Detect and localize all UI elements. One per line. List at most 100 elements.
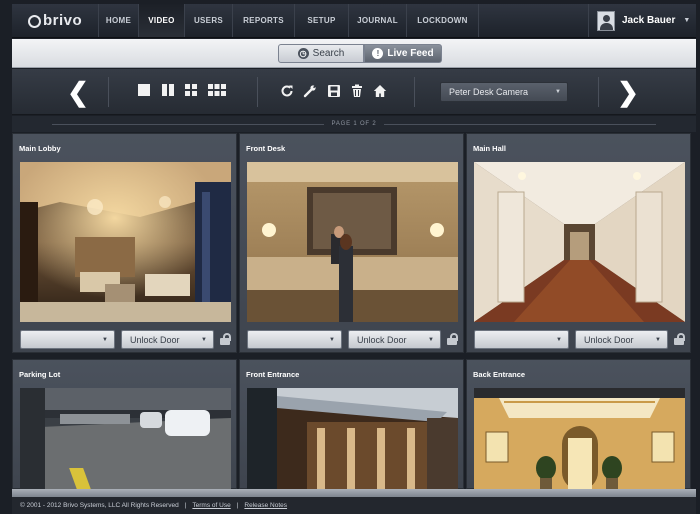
layout-grid-six-icon	[208, 84, 226, 96]
toolbar-divider	[598, 77, 599, 107]
trash-icon	[352, 84, 362, 97]
unlock-icon[interactable]	[446, 333, 458, 345]
wrench-icon	[303, 85, 317, 98]
chevron-down-icon: ▼	[329, 337, 335, 343]
alert-icon: !	[372, 48, 384, 59]
unlock-icon[interactable]	[219, 333, 231, 345]
chevron-down-icon: ▼	[555, 89, 561, 95]
camera-feed-main-lobby[interactable]	[20, 162, 231, 322]
nav-lockdown[interactable]: LOCKDOWN	[406, 4, 478, 37]
camera-title: Parking Lot	[19, 370, 61, 379]
camera-tile-main-lobby: Main Lobby ▼ Unlock Door ▼	[12, 133, 237, 353]
camera-grid: Main Lobby ▼ Unlock Door ▼ Front Desk ▼ …	[12, 133, 696, 490]
chevron-down-icon: ▼	[102, 337, 108, 343]
refresh-button[interactable]	[280, 84, 294, 98]
footer-separator: |	[236, 502, 239, 509]
layout-2x2-button[interactable]	[185, 84, 197, 96]
page-indicator-text: PAGE 1 OF 2	[331, 121, 377, 127]
user-avatar-icon	[597, 10, 615, 31]
nav-reports[interactable]: REPORTS	[232, 4, 294, 37]
video-toolbar: ❮ Peter Desk Camera ▼ ❯	[12, 69, 696, 115]
footer-band	[12, 489, 696, 497]
logo-text: brivo	[43, 12, 83, 29]
chevron-down-icon: ▼	[556, 337, 562, 343]
camera-tile-main-hall: Main Hall ▼ Unlock Door ▼	[466, 133, 691, 353]
layout-2-button[interactable]	[162, 84, 174, 96]
chevron-down-icon: ▼	[683, 17, 691, 24]
camera-select-value: Peter Desk Camera	[449, 87, 529, 97]
footer: © 2001 - 2012 Brivo Systems, LLC All Rig…	[12, 497, 696, 514]
camera-feed-front-desk[interactable]	[247, 162, 458, 322]
main-hall-feed-image	[474, 162, 685, 322]
brivo-logo[interactable]: brivo	[12, 4, 98, 37]
page-indicator: PAGE 1 OF 2	[12, 116, 696, 132]
camera-feed-parking-lot[interactable]	[20, 388, 231, 490]
next-page-button[interactable]: ❯	[617, 77, 639, 108]
layout-two-columns-icon	[162, 84, 174, 96]
user-menu[interactable]: Jack Bauer ▼	[588, 4, 696, 37]
nav-users[interactable]: USERS	[184, 4, 232, 37]
camera-feed-main-hall[interactable]	[474, 162, 685, 322]
toolbar-divider	[108, 77, 109, 107]
clock-icon: ◷	[297, 48, 309, 59]
nav-home[interactable]: HOME	[98, 4, 138, 37]
camera-title: Main Hall	[473, 144, 506, 153]
camera-title: Front Desk	[246, 144, 286, 153]
door-select[interactable]: ▼	[247, 330, 342, 349]
terms-of-use-link[interactable]: Terms of Use	[192, 502, 230, 509]
back-entrance-feed-image	[474, 388, 685, 490]
footer-separator: |	[184, 502, 187, 509]
nav-spacer	[478, 4, 588, 37]
layout-single-icon	[138, 84, 150, 96]
tools-button[interactable]	[303, 84, 317, 98]
live-feed-mode-label: Live Feed	[387, 48, 434, 59]
door-select[interactable]: ▼	[20, 330, 115, 349]
chevron-down-icon: ▼	[201, 337, 207, 343]
toolbar-divider	[414, 77, 415, 107]
previous-page-button[interactable]: ❮	[67, 77, 89, 108]
nav-journal[interactable]: JOURNAL	[348, 4, 406, 37]
camera-tile-front-entrance: Front Entrance	[239, 359, 464, 490]
copyright-text: © 2001 - 2012 Brivo Systems, LLC All Rig…	[20, 502, 179, 509]
camera-tile-back-entrance: Back Entrance	[466, 359, 691, 490]
unlock-door-select[interactable]: Unlock Door ▼	[121, 330, 214, 349]
layout-1x1-button[interactable]	[138, 84, 150, 96]
unlock-door-label: Unlock Door	[584, 334, 634, 345]
front-entrance-feed-image	[247, 388, 458, 490]
search-mode-label: Search	[312, 48, 345, 59]
camera-feed-front-entrance[interactable]	[247, 388, 458, 490]
chevron-down-icon: ▼	[428, 337, 434, 343]
release-notes-link[interactable]: Release Notes	[244, 502, 287, 509]
camera-select[interactable]: Peter Desk Camera ▼	[440, 82, 568, 102]
lobby-feed-image	[20, 162, 231, 322]
save-button[interactable]	[327, 84, 341, 98]
front-desk-feed-image	[247, 162, 458, 322]
camera-title: Main Lobby	[19, 144, 61, 153]
refresh-icon	[281, 85, 293, 97]
nav-video[interactable]: VIDEO	[138, 4, 184, 37]
camera-feed-back-entrance[interactable]	[474, 388, 685, 490]
delete-button[interactable]	[350, 84, 364, 98]
brivo-video-app: brivo HOME VIDEO USERS REPORTS SETUP JOU…	[0, 0, 700, 514]
home-view-button[interactable]	[373, 84, 387, 98]
search-mode-button[interactable]: ◷ Search	[278, 44, 364, 63]
unlock-door-select[interactable]: Unlock Door ▼	[348, 330, 441, 349]
toolbar-divider	[257, 77, 258, 107]
logo-ring-icon	[28, 15, 41, 28]
camera-tile-parking-lot: Parking Lot	[12, 359, 237, 490]
camera-title: Front Entrance	[246, 370, 300, 379]
top-navigation: brivo HOME VIDEO USERS REPORTS SETUP JOU…	[12, 4, 696, 38]
door-select[interactable]: ▼	[474, 330, 569, 349]
unlock-door-label: Unlock Door	[130, 334, 180, 345]
layout-grid-four-icon	[185, 84, 197, 96]
layout-3x2-button[interactable]	[208, 84, 226, 96]
parking-lot-feed-image	[20, 388, 231, 490]
unlock-door-select[interactable]: Unlock Door ▼	[575, 330, 668, 349]
user-name: Jack Bauer	[622, 15, 676, 26]
live-feed-mode-button[interactable]: ! Live Feed	[364, 44, 442, 63]
home-icon	[373, 85, 387, 97]
chevron-down-icon: ▼	[655, 337, 661, 343]
unlock-icon[interactable]	[673, 333, 685, 345]
nav-setup[interactable]: SETUP	[294, 4, 348, 37]
camera-tile-front-desk: Front Desk ▼ Unlock Door ▼	[239, 133, 464, 353]
